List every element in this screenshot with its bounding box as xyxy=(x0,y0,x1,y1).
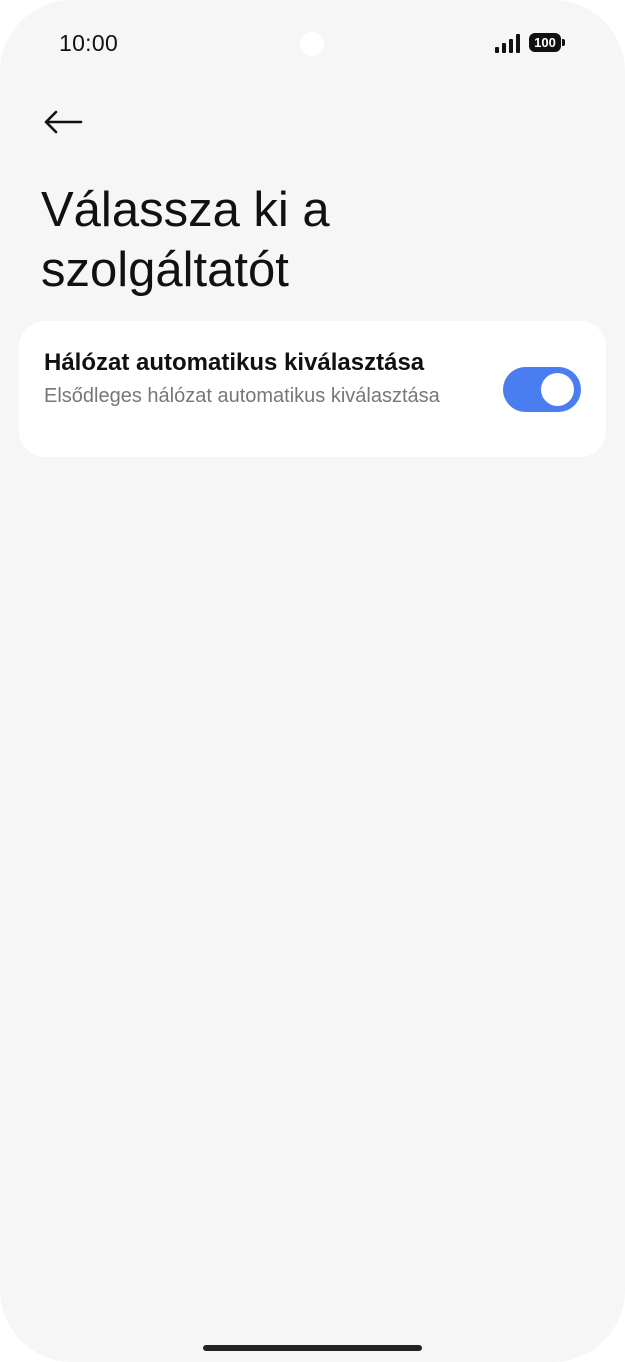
auto-network-selection-card[interactable]: Hálózat automatikus kiválasztása Elsődle… xyxy=(19,321,606,457)
front-camera xyxy=(300,32,324,56)
signal-bars-icon xyxy=(495,33,521,53)
auto-network-title: Hálózat automatikus kiválasztása xyxy=(44,349,425,376)
auto-network-subtitle: Elsődleges hálózat automatikus kiválaszt… xyxy=(44,385,440,407)
page-title: Válassza ki a szolgáltatót xyxy=(41,183,330,297)
arrow-left-icon xyxy=(44,110,83,134)
phone-screen: 10:00 100 Válassza ki a szolgáltatót Hál… xyxy=(0,0,625,1362)
auto-network-toggle[interactable] xyxy=(503,367,581,412)
battery-icon: 100 xyxy=(529,33,561,52)
battery-level: 100 xyxy=(534,35,556,50)
back-button[interactable] xyxy=(36,98,90,146)
home-indicator[interactable] xyxy=(203,1345,422,1351)
status-time: 10:00 xyxy=(59,30,119,56)
status-bar: 10:00 100 xyxy=(0,0,625,86)
toggle-knob xyxy=(541,373,574,406)
battery-tip xyxy=(562,39,565,46)
